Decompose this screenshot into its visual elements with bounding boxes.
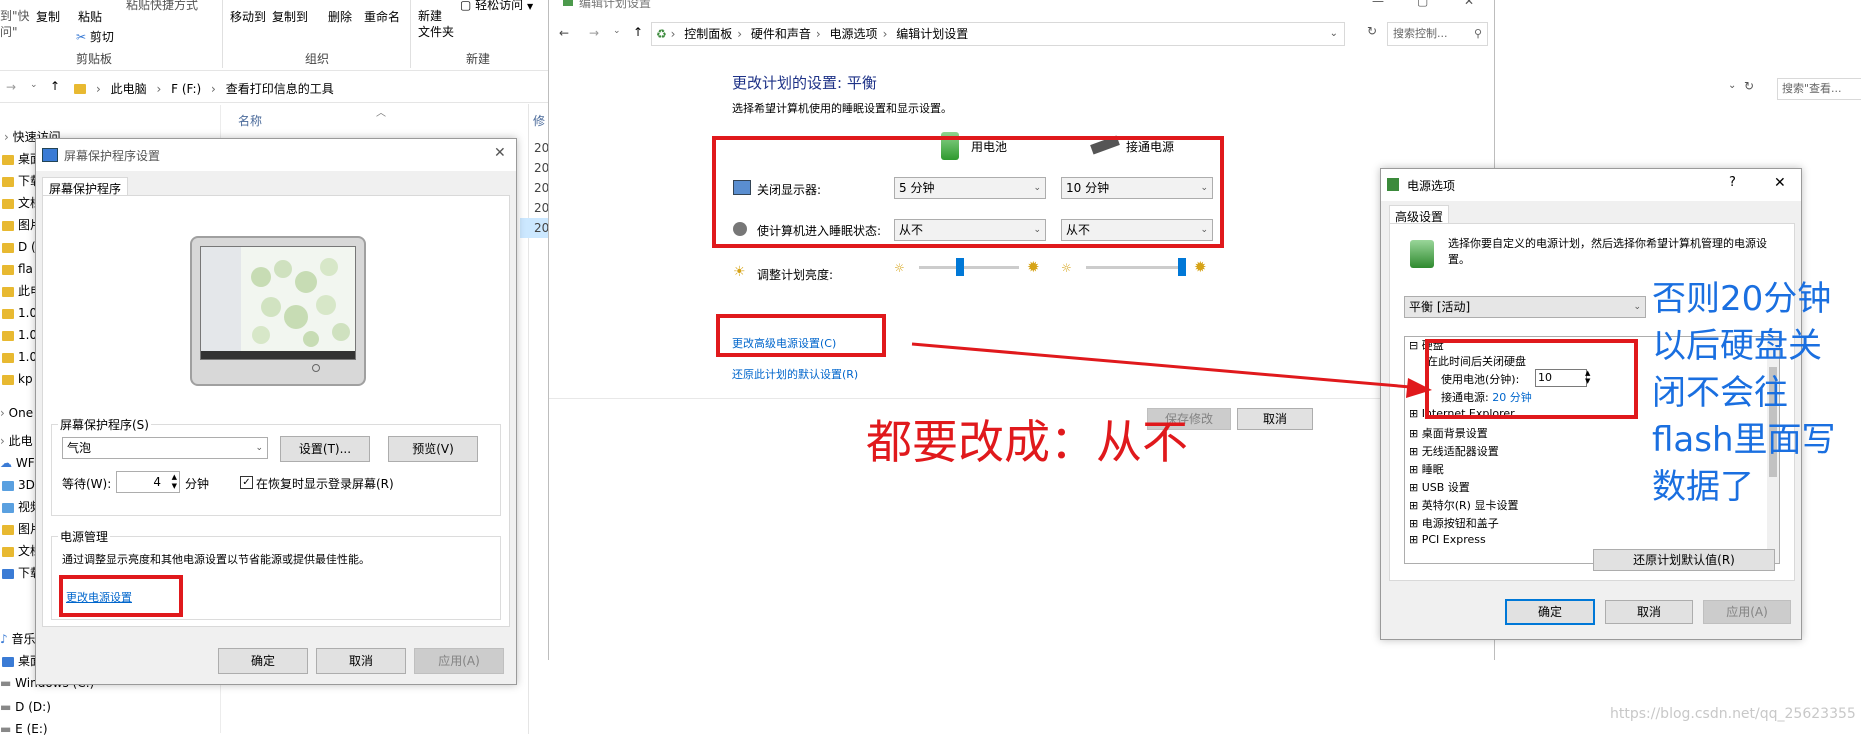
annotation-arrow bbox=[911, 342, 1432, 398]
annotation-line: 数据了 bbox=[1652, 467, 1754, 507]
annotation-line: 以后硬盘关 bbox=[1652, 326, 1822, 366]
annotation-line: 否则20分钟 bbox=[1652, 279, 1832, 319]
arrow-head bbox=[1406, 378, 1432, 398]
arrow-line bbox=[911, 342, 1423, 390]
annotation-line: 闭不会往 bbox=[1652, 373, 1788, 413]
annotation-main-text: 都要改成：从不 bbox=[866, 415, 1188, 469]
watermark: https://blog.csdn.net/qq_25623355 bbox=[1610, 706, 1856, 722]
annotation-side-text: 否则20分钟 以后硬盘关 闭不会往 flash里面写 数据了 bbox=[1652, 276, 1836, 511]
annotation-line: flash里面写 bbox=[1652, 420, 1836, 460]
